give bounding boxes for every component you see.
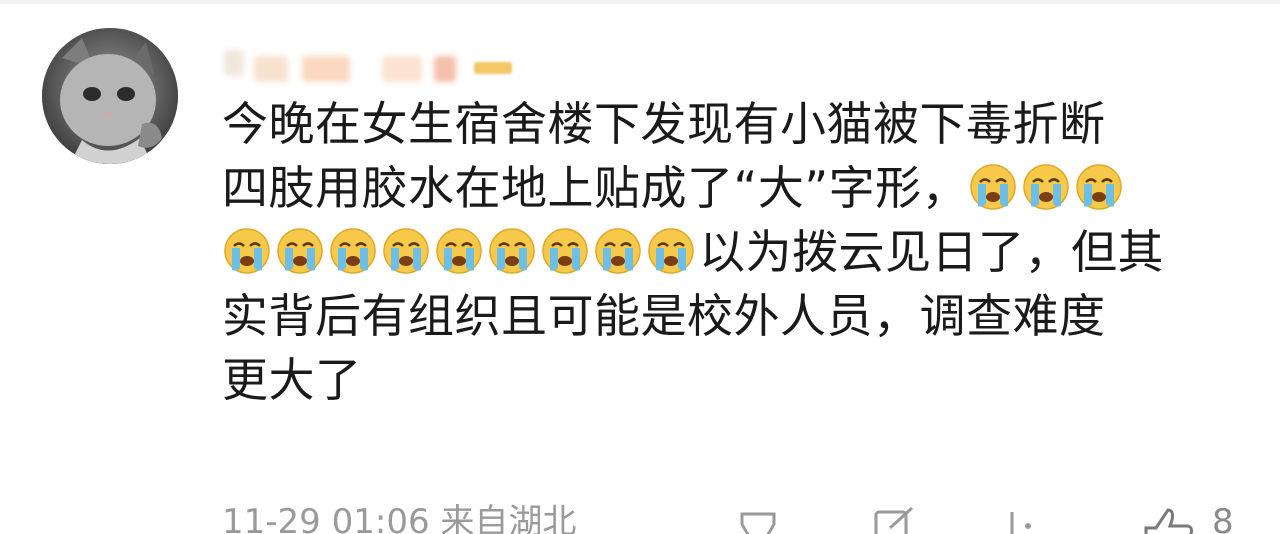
cat-avatar-icon bbox=[42, 28, 178, 164]
crying-emoji-icon bbox=[487, 226, 537, 276]
divider bbox=[0, 0, 1280, 4]
comment-text-segment: 以为拨云见日了，但其 bbox=[699, 225, 1164, 279]
like-icon[interactable] bbox=[1142, 506, 1198, 534]
crying-emoji-icon bbox=[328, 226, 378, 276]
comment-line: 更大了 bbox=[222, 348, 1242, 412]
redaction-block bbox=[382, 56, 422, 82]
username-redacted[interactable] bbox=[222, 34, 542, 86]
comment-footer: 11-29 01:06 来自湖北 8 bbox=[222, 502, 1262, 534]
avatar[interactable] bbox=[42, 28, 178, 164]
crying-emoji-icon bbox=[1074, 162, 1124, 212]
comment-line: 四肢用胶水在地上贴成了“大”字形， bbox=[222, 156, 1242, 220]
redaction-block bbox=[254, 56, 288, 82]
crying-emoji-icon bbox=[381, 226, 431, 276]
comment-text-segment: 四肢用胶水在地上贴成了“大”字形， bbox=[222, 161, 969, 215]
comment-text-segment: 更大了 bbox=[222, 353, 362, 407]
crying-emoji-icon bbox=[222, 226, 272, 276]
crying-emoji-icon bbox=[593, 226, 643, 276]
comment-icon[interactable] bbox=[872, 506, 916, 534]
comment-text: 今晚在女生宿舍楼下发现有小猫被下毒折断 四肢用胶水在地上贴成了“大”字形， 以为拨云… bbox=[222, 92, 1242, 412]
crying-emoji-icon bbox=[1021, 162, 1071, 212]
crying-emoji-icon bbox=[275, 226, 325, 276]
crying-emoji-icon bbox=[434, 226, 484, 276]
comment-text-segment: 实背后有组织且可能是校外人员，调查难度 bbox=[222, 289, 1106, 343]
redaction-block bbox=[434, 56, 456, 82]
redaction-block bbox=[224, 50, 244, 76]
comment-line: 以为拨云见日了，但其 bbox=[222, 220, 1242, 284]
more-icon[interactable] bbox=[1006, 506, 1050, 534]
comment-line: 实背后有组织且可能是校外人员，调查难度 bbox=[222, 284, 1242, 348]
vip-badge bbox=[474, 62, 512, 74]
timestamp: 11-29 01:06 来自湖北 bbox=[222, 502, 577, 534]
comment-text-segment: 今晚在女生宿舍楼下发现有小猫被下毒折断 bbox=[222, 97, 1106, 151]
crying-emoji-icon bbox=[646, 226, 696, 276]
comment-item: 今晚在女生宿舍楼下发现有小猫被下毒折断 四肢用胶水在地上贴成了“大”字形， 以为拨云… bbox=[0, 0, 1280, 534]
comment-line: 今晚在女生宿舍楼下发现有小猫被下毒折断 bbox=[222, 92, 1242, 156]
like-count: 8 bbox=[1212, 502, 1234, 534]
crying-emoji-icon bbox=[968, 162, 1018, 212]
crying-emoji-icon bbox=[540, 226, 590, 276]
redaction-block bbox=[302, 56, 350, 82]
share-icon[interactable] bbox=[736, 506, 780, 534]
